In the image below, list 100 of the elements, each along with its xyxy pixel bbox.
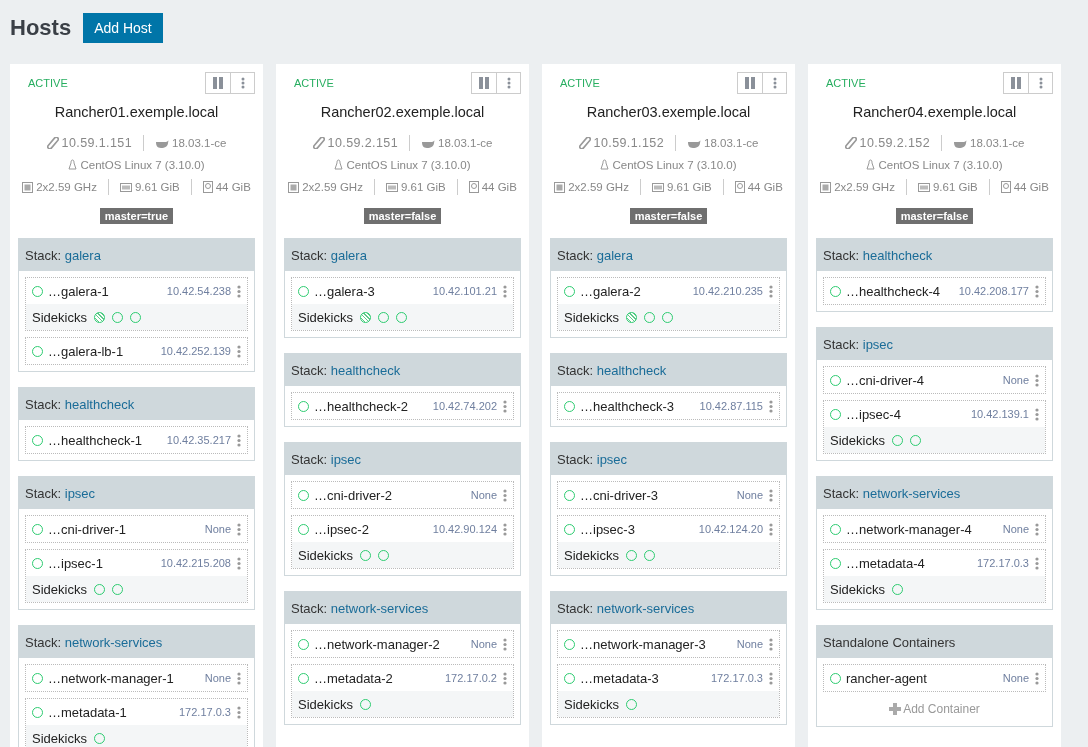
stack-prefix: Stack: bbox=[25, 634, 62, 650]
container-name[interactable]: …network-manager-4 bbox=[846, 521, 1003, 537]
stack-link[interactable]: ipsec bbox=[64, 485, 96, 501]
stack-prefix: Stack: bbox=[291, 362, 328, 378]
container-menu-button[interactable] bbox=[503, 284, 507, 298]
sidekicks-label: Sidekicks bbox=[298, 309, 353, 325]
host-ip: 10.59.1.151 bbox=[61, 136, 133, 150]
container-menu-button[interactable] bbox=[769, 488, 773, 502]
stack-link[interactable]: ipsec bbox=[596, 451, 628, 467]
container-menu-button[interactable] bbox=[237, 705, 241, 719]
container-ip: 10.42.35.217 bbox=[166, 434, 231, 446]
stack-link[interactable]: network-services bbox=[596, 600, 695, 616]
memory-icon bbox=[385, 182, 398, 192]
container-menu-button[interactable] bbox=[1035, 407, 1039, 421]
container-menu-button[interactable] bbox=[503, 637, 507, 651]
container-name[interactable]: …cni-driver-4 bbox=[846, 372, 1003, 388]
container-menu-button[interactable] bbox=[769, 399, 773, 413]
container-menu-button[interactable] bbox=[237, 433, 241, 447]
memory-spec: 9.61 GiB bbox=[666, 181, 712, 193]
container-menu-button[interactable] bbox=[237, 556, 241, 570]
container-menu-button[interactable] bbox=[237, 284, 241, 298]
container-name[interactable]: rancher-agent bbox=[846, 670, 1003, 686]
os-version: CentOS Linux 7 (3.10.0) bbox=[878, 159, 1003, 171]
stack-prefix: Stack: bbox=[823, 336, 860, 352]
container-name[interactable]: …ipsec-2 bbox=[314, 521, 433, 537]
sidekick-status-icon[interactable] bbox=[359, 311, 371, 323]
disk-spec: 44 GiB bbox=[481, 181, 517, 193]
page-title: Hosts bbox=[10, 15, 72, 41]
container-name[interactable]: …cni-driver-2 bbox=[314, 487, 471, 503]
cpu-icon bbox=[554, 181, 566, 193]
stack-prefix: Stack: bbox=[291, 451, 328, 467]
container-name[interactable]: …healthcheck-1 bbox=[48, 432, 167, 448]
container-name[interactable]: …metadata-3 bbox=[580, 670, 711, 686]
container-name[interactable]: …metadata-4 bbox=[846, 555, 977, 571]
stack-link[interactable]: healthcheck bbox=[862, 247, 933, 263]
container-menu-button[interactable] bbox=[237, 522, 241, 536]
container-name[interactable]: …metadata-2 bbox=[314, 670, 445, 686]
container-name[interactable]: …metadata-1 bbox=[48, 704, 179, 720]
container-menu-button[interactable] bbox=[503, 399, 507, 413]
stack-link[interactable]: ipsec bbox=[330, 451, 362, 467]
sidekick-status-icon[interactable] bbox=[93, 311, 105, 323]
stack-prefix: Stack: bbox=[823, 247, 860, 263]
stack-link[interactable]: network-services bbox=[64, 634, 163, 650]
stack-link[interactable]: network-services bbox=[330, 600, 429, 616]
cpu-spec: 2x2.59 GHz bbox=[834, 181, 895, 193]
container-name[interactable]: …galera-lb-1 bbox=[48, 343, 161, 359]
container-name[interactable]: …healthcheck-4 bbox=[846, 283, 959, 299]
sidekicks-label: Sidekicks bbox=[32, 309, 87, 325]
container-ip: 172.17.0.3 bbox=[711, 672, 763, 684]
container-menu-button[interactable] bbox=[769, 671, 773, 685]
container-name[interactable]: …healthcheck-3 bbox=[580, 398, 700, 414]
container-menu-button[interactable] bbox=[237, 671, 241, 685]
container-name[interactable]: …ipsec-3 bbox=[580, 521, 699, 537]
stack-link[interactable]: healthcheck bbox=[64, 396, 135, 412]
container-name[interactable]: …healthcheck-2 bbox=[314, 398, 433, 414]
stack-link[interactable]: galera bbox=[64, 247, 101, 263]
host-label-tag: master=true bbox=[99, 208, 174, 224]
stack-link[interactable]: network-services bbox=[862, 485, 961, 501]
add-host-button[interactable]: Add Host bbox=[83, 13, 163, 43]
container-ip: 10.42.101.21 bbox=[432, 285, 497, 297]
stack-link[interactable]: galera bbox=[330, 247, 367, 263]
container-ip: 10.42.124.20 bbox=[698, 523, 763, 535]
host-ip: 10.59.2.152 bbox=[859, 136, 931, 150]
stack-link[interactable]: galera bbox=[596, 247, 633, 263]
container-menu-button[interactable] bbox=[769, 284, 773, 298]
link-icon bbox=[312, 137, 325, 149]
sidekick-status-icon[interactable] bbox=[625, 311, 637, 323]
stack-link[interactable]: healthcheck bbox=[330, 362, 401, 378]
container-name[interactable]: …galera-3 bbox=[314, 283, 433, 299]
container-menu-button[interactable] bbox=[237, 344, 241, 358]
stack-prefix: Stack: bbox=[557, 362, 594, 378]
host-ip: 10.59.1.152 bbox=[593, 136, 665, 150]
container-ip: 10.42.208.177 bbox=[958, 285, 1029, 297]
cpu-icon bbox=[820, 181, 832, 193]
container-name[interactable]: …galera-2 bbox=[580, 283, 693, 299]
container-menu-button[interactable] bbox=[1035, 556, 1039, 570]
container-menu-button[interactable] bbox=[503, 671, 507, 685]
container-menu-button[interactable] bbox=[1035, 373, 1039, 387]
container-name[interactable]: …ipsec-4 bbox=[846, 406, 971, 422]
container-ip: 10.42.87.115 bbox=[699, 400, 763, 412]
container-ip: None bbox=[470, 489, 497, 501]
container-name[interactable]: …galera-1 bbox=[48, 283, 167, 299]
stack-link[interactable]: healthcheck bbox=[596, 362, 667, 378]
container-ip: 10.42.252.139 bbox=[160, 345, 231, 357]
disk-spec: 44 GiB bbox=[1013, 181, 1049, 193]
container-name[interactable]: …cni-driver-1 bbox=[48, 521, 205, 537]
docker-version: 18.03.1-ce bbox=[704, 137, 759, 149]
container-name[interactable]: …network-manager-1 bbox=[48, 670, 205, 686]
container-menu-button[interactable] bbox=[769, 637, 773, 651]
container-menu-button[interactable] bbox=[503, 522, 507, 536]
container-menu-button[interactable] bbox=[1035, 284, 1039, 298]
container-menu-button[interactable] bbox=[503, 488, 507, 502]
container-name[interactable]: …network-manager-3 bbox=[580, 636, 737, 652]
container-name[interactable]: …ipsec-1 bbox=[48, 555, 161, 571]
stack-link[interactable]: ipsec bbox=[862, 336, 894, 352]
container-name[interactable]: …network-manager-2 bbox=[314, 636, 471, 652]
container-menu-button[interactable] bbox=[769, 522, 773, 536]
container-menu-button[interactable] bbox=[1035, 671, 1039, 685]
container-name[interactable]: …cni-driver-3 bbox=[580, 487, 737, 503]
container-menu-button[interactable] bbox=[1035, 522, 1039, 536]
